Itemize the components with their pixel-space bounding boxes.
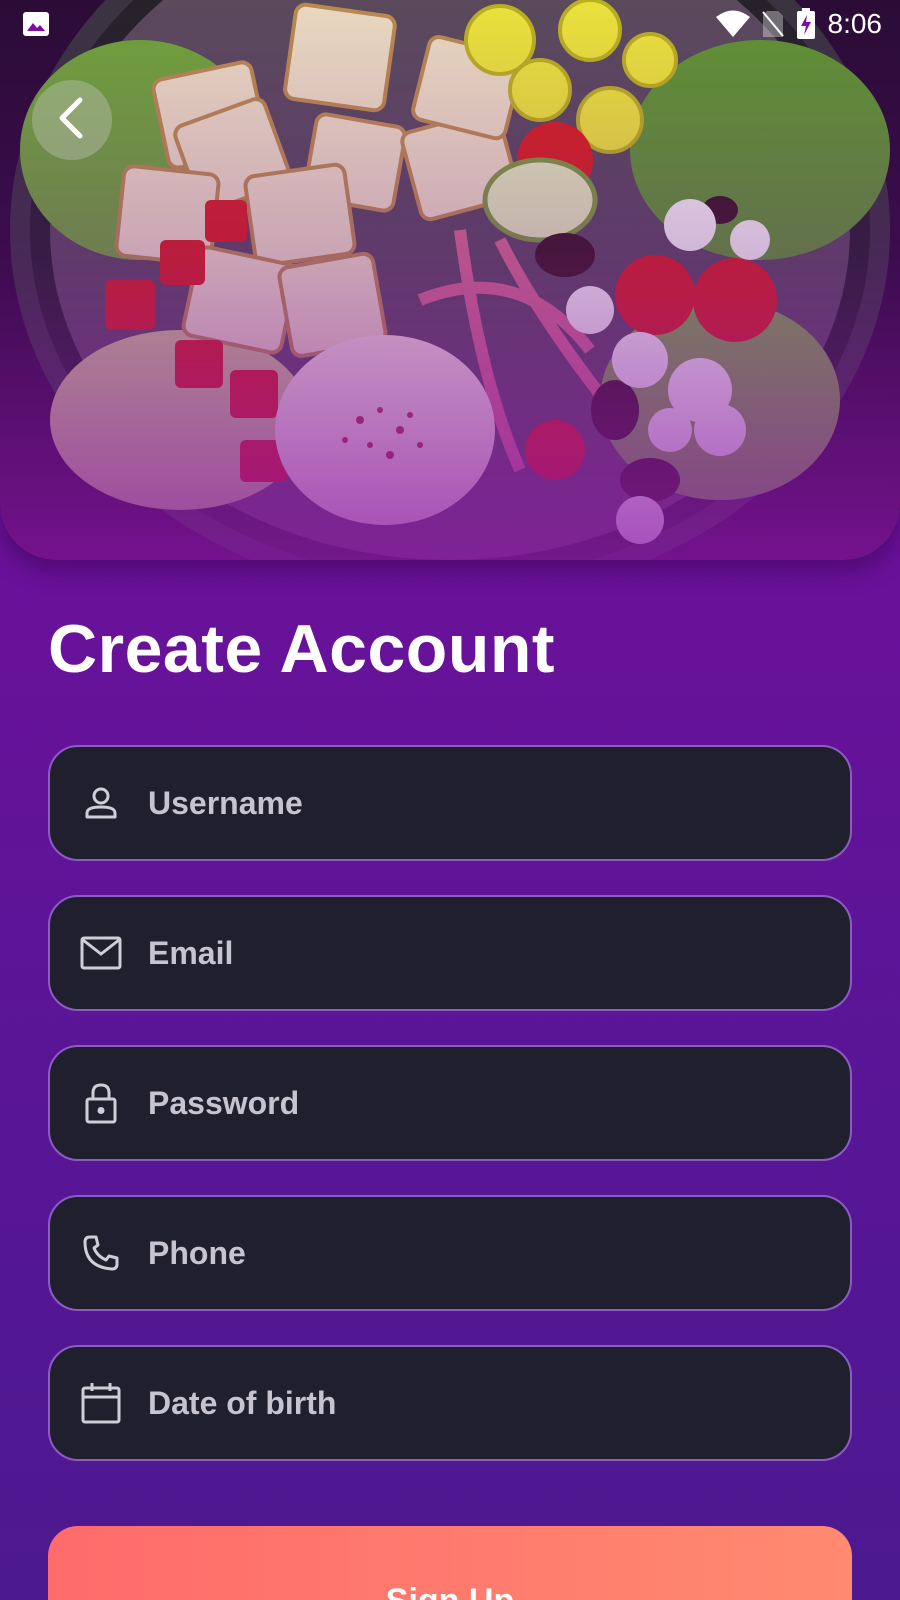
- back-button[interactable]: [32, 80, 112, 160]
- status-bar: 8:06: [0, 0, 900, 48]
- chevron-left-icon: [52, 96, 92, 145]
- calendar-icon: [78, 1380, 124, 1426]
- lock-icon: [78, 1080, 124, 1126]
- phone-field[interactable]: [48, 1195, 852, 1311]
- password-field[interactable]: [48, 1045, 852, 1161]
- hero-image: [0, 0, 900, 560]
- username-input[interactable]: [148, 784, 788, 822]
- phone-icon: [78, 1230, 124, 1276]
- hero-tint-overlay: [0, 0, 900, 560]
- username-field[interactable]: [48, 745, 852, 861]
- email-field[interactable]: [48, 895, 852, 1011]
- phone-input[interactable]: [148, 1234, 788, 1272]
- mail-icon: [78, 930, 124, 976]
- status-time: 8:06: [827, 8, 883, 39]
- no-sim-icon: [761, 10, 784, 38]
- dob-field[interactable]: [48, 1345, 852, 1461]
- dob-input[interactable]: [148, 1384, 788, 1422]
- password-input[interactable]: [148, 1084, 788, 1122]
- sign-up-button[interactable]: Sign Up: [48, 1526, 852, 1600]
- page-title: Create Account: [48, 611, 556, 687]
- person-icon: [78, 780, 124, 826]
- wifi-icon: [715, 10, 750, 38]
- email-input[interactable]: [148, 934, 788, 972]
- image-icon: [22, 11, 50, 37]
- battery-charging-icon: [796, 8, 816, 40]
